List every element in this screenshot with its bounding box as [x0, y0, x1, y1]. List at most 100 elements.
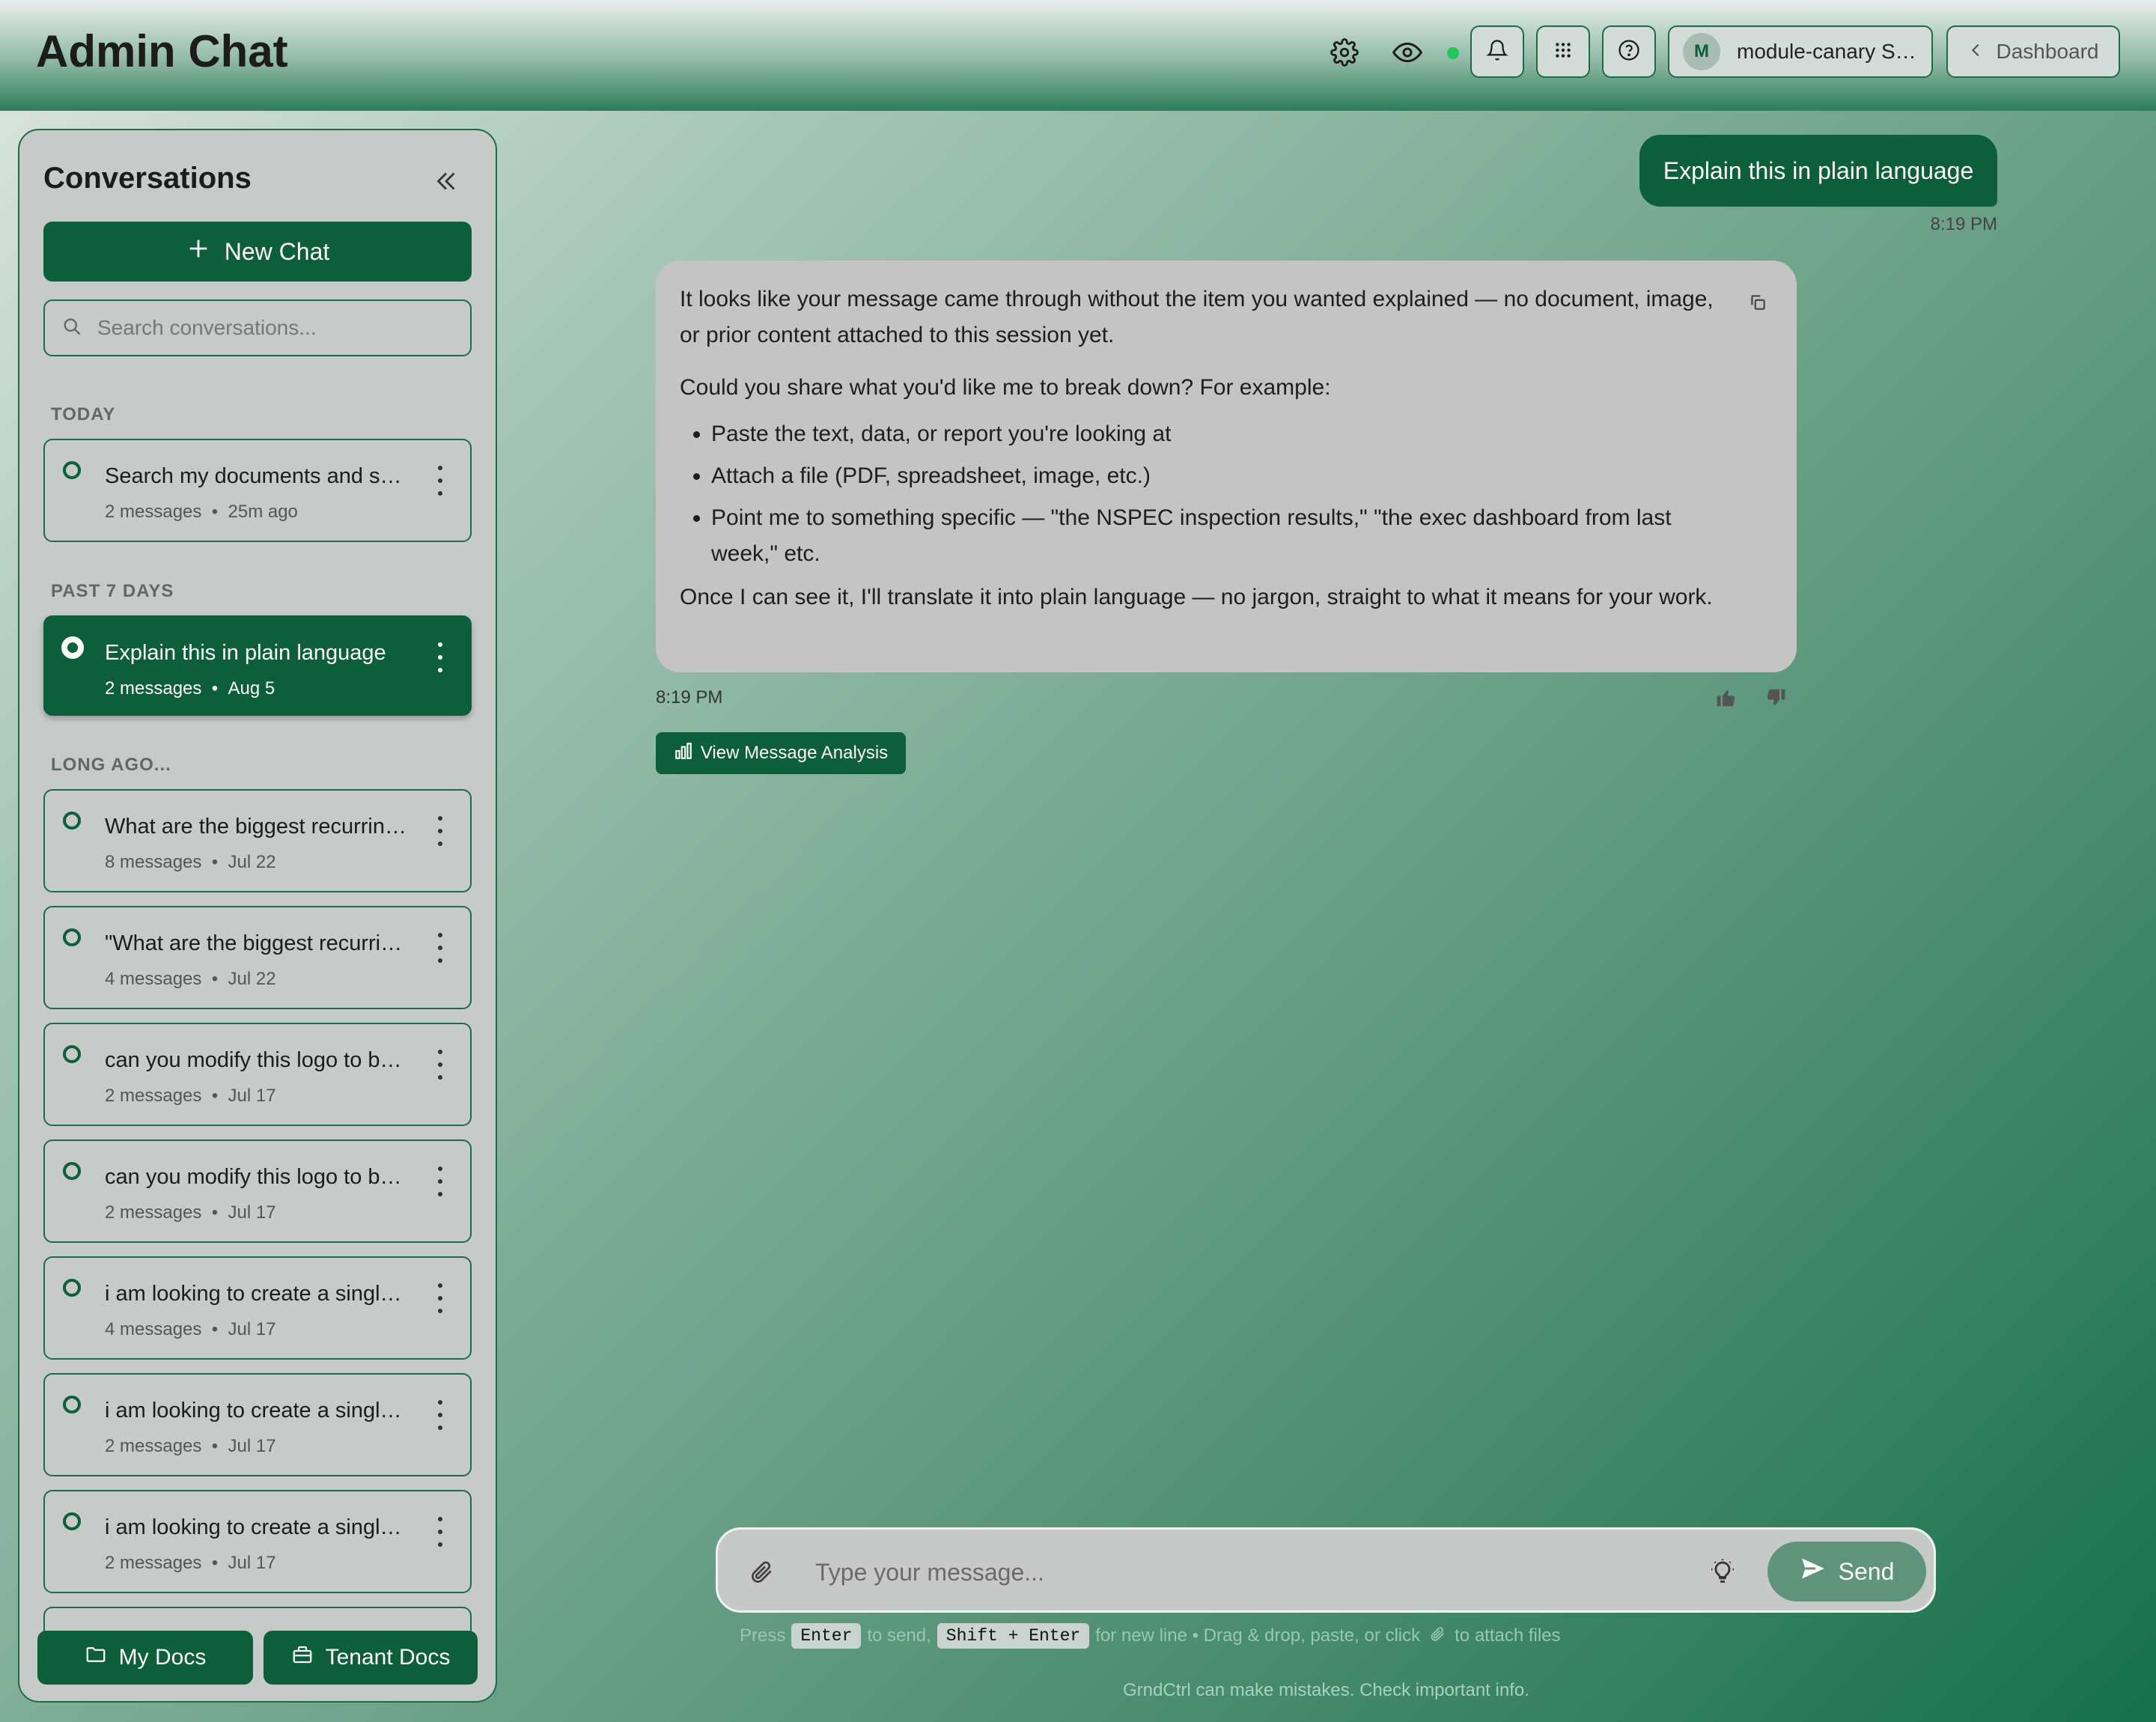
conversation-item[interactable]: i am looking to create a single… 4 messa…: [43, 1256, 472, 1360]
conversation-title: Search my documents and su…: [105, 464, 412, 488]
conversation-status-icon: [63, 812, 81, 830]
folder-icon: [85, 1643, 119, 1672]
conversation-status-icon: [63, 461, 81, 479]
kebab-menu-icon[interactable]: [433, 1400, 448, 1430]
conversation-item[interactable]: "What are the biggest recurrin… 4 messag…: [43, 906, 472, 1009]
send-icon: [1800, 1555, 1839, 1588]
assistant-bullet: Point me to something specific — "the NS…: [711, 500, 1714, 572]
conversation-meta: 2 messages • Jul 17: [105, 1436, 276, 1456]
thumbs-down-icon[interactable]: [1761, 683, 1791, 713]
view-message-analysis-button[interactable]: View Message Analysis: [656, 732, 906, 774]
assistant-paragraph: Could you share what you'd like me to br…: [680, 375, 1331, 400]
kebab-menu-icon[interactable]: [433, 642, 448, 672]
tenant-docs-button[interactable]: Tenant Docs: [264, 1631, 478, 1685]
apps-button[interactable]: [1536, 25, 1590, 78]
dashboard-button[interactable]: Dashboard: [1946, 25, 2120, 78]
conversation-status-icon: [63, 1512, 81, 1530]
bell-icon: [1486, 39, 1508, 65]
tenant-docs-label: Tenant Docs: [325, 1645, 451, 1670]
copy-icon[interactable]: [1743, 287, 1773, 317]
conversation-meta: 2 messages • Jul 17: [105, 1202, 276, 1223]
notifications-button[interactable]: [1470, 25, 1524, 78]
thumbs-up-icon[interactable]: [1711, 683, 1741, 713]
conversation-meta: 8 messages • Jul 22: [105, 852, 276, 872]
hint-text: Press: [740, 1625, 786, 1646]
avatar: M: [1683, 33, 1720, 70]
conversation-meta: 2 messages • 25m ago: [105, 502, 298, 522]
conversation-item[interactable]: i am looking to create a single… 2 messa…: [43, 1490, 472, 1593]
my-docs-button[interactable]: My Docs: [37, 1631, 253, 1685]
message-input[interactable]: [814, 1551, 1618, 1594]
assistant-message-bubble: It looks like your message came through …: [656, 261, 1797, 672]
conversation-meta: 2 messages • Jul 17: [105, 1086, 276, 1106]
send-label: Send: [1838, 1557, 1895, 1585]
kebab-menu-icon[interactable]: [433, 1517, 448, 1547]
enter-key-hint: Enter: [791, 1623, 862, 1649]
assistant-paragraph: It looks like your message came through …: [680, 287, 1714, 347]
kebab-menu-icon[interactable]: [433, 466, 448, 496]
conversations-sidebar: Conversations New Chat TODAY Search my d…: [18, 129, 497, 1703]
sidebar-title: Conversations: [43, 162, 252, 195]
plus-icon: [186, 236, 225, 267]
analysis-label: View Message Analysis: [700, 743, 889, 763]
gear-icon[interactable]: [1322, 30, 1367, 75]
conversation-item[interactable]: can you modify this logo to be… 2 messag…: [43, 1140, 472, 1243]
conversation-item[interactable]: What are the biggest recurrin… 8 message…: [43, 789, 472, 892]
composer-hint: Press Enter to send, Shift + Enter for n…: [740, 1623, 1561, 1649]
kebab-menu-icon[interactable]: [433, 816, 448, 846]
double-chevron-left-icon[interactable]: [430, 165, 463, 198]
new-chat-button[interactable]: New Chat: [43, 222, 472, 282]
conversation-item-active[interactable]: Explain this in plain language 2 message…: [43, 615, 472, 716]
conversation-status-icon: [61, 636, 84, 659]
group-label-long-ago: LONG AGO...: [51, 755, 171, 775]
conversation-meta: 2 messages • Aug 5: [105, 678, 275, 699]
help-button[interactable]: [1602, 25, 1656, 78]
conversation-status-icon: [63, 1045, 81, 1063]
conversation-title: can you modify this logo to be…: [105, 1048, 412, 1072]
assistant-bullet-list: Paste the text, data, or report you're l…: [680, 416, 1714, 572]
briefcase-icon: [291, 1643, 326, 1672]
status-indicator: [1447, 47, 1459, 59]
bar-chart-icon: [674, 741, 701, 766]
user-menu-button[interactable]: M module-canary S…: [1668, 25, 1933, 78]
conversation-title: What are the biggest recurrin…: [105, 815, 406, 839]
conversation-item[interactable]: i am looking to create a single… 2 messa…: [43, 1373, 472, 1476]
user-message-time: 8:19 PM: [1930, 214, 1997, 234]
send-button[interactable]: Send: [1767, 1542, 1926, 1601]
search-input[interactable]: [96, 315, 458, 341]
search-box: [43, 299, 472, 356]
kebab-menu-icon[interactable]: [433, 1050, 448, 1080]
my-docs-label: My Docs: [118, 1645, 207, 1670]
user-message-bubble: Explain this in plain language: [1639, 135, 1997, 207]
conversation-meta: 2 messages • Jul 17: [105, 1553, 276, 1573]
kebab-menu-icon[interactable]: [433, 1283, 448, 1313]
hint-text: to send,: [867, 1625, 931, 1646]
paperclip-icon: [1420, 1625, 1455, 1647]
hint-text: for new line • Drag & drop, paste, or cl…: [1095, 1625, 1421, 1646]
conversation-status-icon: [63, 1162, 81, 1180]
conversation-title: i am looking to create a single…: [105, 1399, 412, 1423]
conversation-status-icon: [63, 1396, 81, 1414]
kebab-menu-icon[interactable]: [433, 933, 448, 963]
dashboard-label: Dashboard: [1996, 40, 2099, 63]
assistant-paragraph: Once I can see it, I'll translate it int…: [680, 585, 1713, 609]
assistant-bullet: Paste the text, data, or report you're l…: [711, 416, 1714, 452]
lightbulb-icon[interactable]: [1706, 1555, 1739, 1588]
conversation-item[interactable]: can you modify this logo to be… 2 messag…: [43, 1023, 472, 1126]
assistant-bullet: Attach a file (PDF, spreadsheet, image, …: [711, 458, 1714, 494]
disclaimer-text: GrndCtrl can make mistakes. Check import…: [1123, 1680, 1529, 1700]
conversation-item[interactable]: Search my documents and su… 2 messages •…: [43, 439, 472, 542]
conversation-title: "What are the biggest recurrin…: [105, 931, 412, 955]
paperclip-icon[interactable]: [745, 1555, 778, 1588]
shift-enter-key-hint: Shift + Enter: [937, 1623, 1090, 1649]
conversation-status-icon: [63, 928, 81, 946]
search-icon: [61, 316, 82, 341]
new-chat-label: New Chat: [224, 237, 330, 265]
eye-icon[interactable]: [1385, 30, 1430, 75]
chevron-left-icon: [1968, 40, 1997, 64]
conversation-title: Explain this in plain language: [105, 641, 386, 665]
conversation-status-icon: [63, 1279, 81, 1297]
grid-icon: [1553, 40, 1573, 64]
kebab-menu-icon[interactable]: [433, 1166, 448, 1196]
message-composer: Send: [716, 1527, 1936, 1613]
